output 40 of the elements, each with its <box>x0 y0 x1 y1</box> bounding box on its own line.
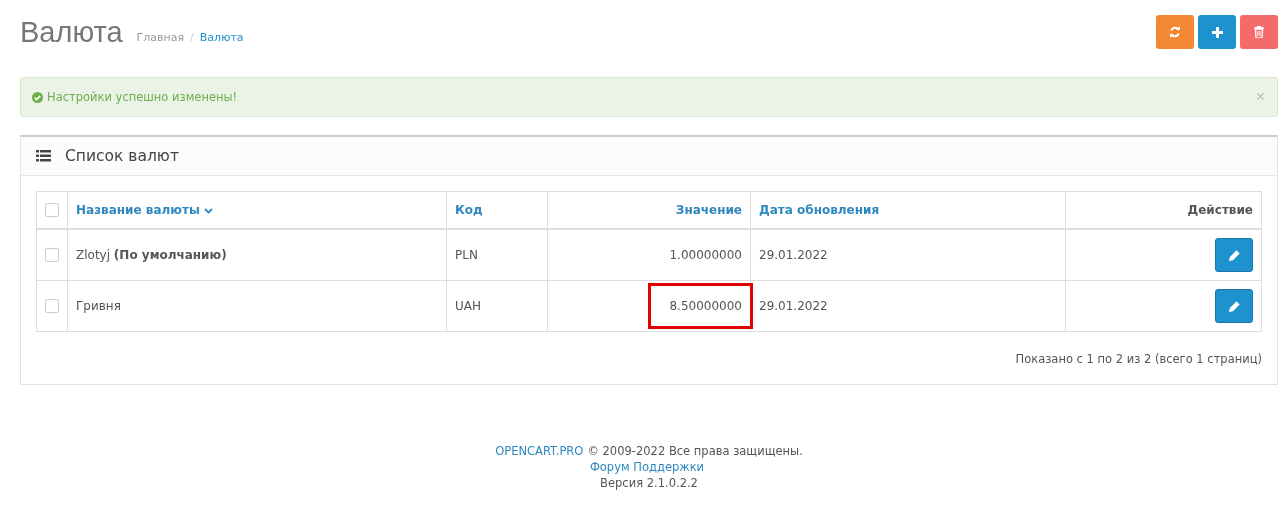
version-text: Версия 2.1.0.2.2 <box>600 476 698 490</box>
list-icon <box>36 150 51 162</box>
table-cell: UAH <box>455 299 481 313</box>
column-sort-link[interactable]: Значение <box>675 203 742 217</box>
pencil-icon <box>1228 300 1240 312</box>
table-cell: 1.00000000 <box>669 248 742 262</box>
page-title: Валюта <box>20 15 123 49</box>
table-cell: Zlotyj (По умолчанию) <box>76 248 227 262</box>
panel-title: Список валют <box>65 147 179 165</box>
caret-down-icon <box>203 208 213 214</box>
table-cell: 29.01.2022 <box>759 248 828 262</box>
pagination-summary: Показано с 1 по 2 из 2 (всего 1 страниц) <box>1015 352 1262 366</box>
pencil-icon <box>1228 249 1240 261</box>
breadcrumb-separator: / <box>190 30 194 44</box>
trash-icon <box>1254 26 1264 38</box>
breadcrumb-link[interactable]: Главная <box>136 30 185 44</box>
row-checkbox[interactable] <box>45 299 59 314</box>
select-all-checkbox[interactable] <box>45 203 59 218</box>
column-sort-link[interactable]: Дата обновления <box>759 203 880 217</box>
table-cell: 29.01.2022 <box>759 299 828 313</box>
delete-button[interactable] <box>1240 15 1278 49</box>
check-circle-icon <box>32 91 43 103</box>
edit-button[interactable] <box>1215 238 1253 272</box>
copyright-text: © 2009-2022 Все права защищены. <box>587 444 803 458</box>
brand-link[interactable]: OPENCART.PRO <box>495 444 584 458</box>
column-header: Действие <box>1187 203 1253 217</box>
row-checkbox[interactable] <box>45 248 59 263</box>
column-sort-link[interactable]: Код <box>455 203 483 217</box>
refresh-icon <box>1169 26 1181 38</box>
alert-message: Настройки успешно изменены! <box>47 90 238 104</box>
plus-icon <box>1211 26 1223 38</box>
column-sort-link[interactable]: Название валюты <box>76 203 213 217</box>
breadcrumb-link[interactable]: Валюта <box>199 30 244 44</box>
table-cell: 8.50000000 <box>648 283 753 329</box>
table-cell: Гривня <box>76 299 121 313</box>
edit-button[interactable] <box>1215 289 1253 323</box>
add-button[interactable] <box>1198 15 1236 49</box>
table-cell: PLN <box>455 248 478 262</box>
forum-link[interactable]: Форум Поддержки <box>589 460 705 474</box>
refresh-button[interactable] <box>1156 15 1194 49</box>
